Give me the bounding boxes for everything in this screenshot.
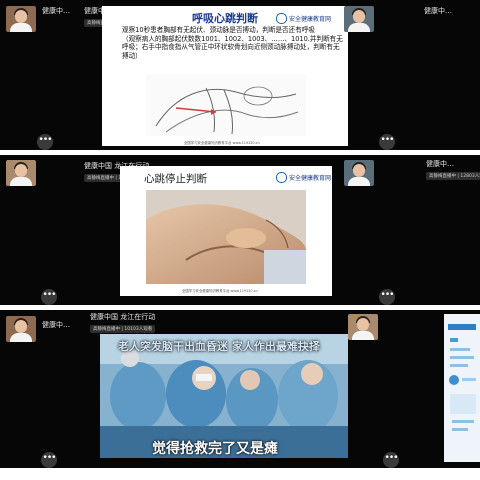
shared-slide: 呼吸心跳判断 安全健康教育网 观察10秒患者胸部有无起伏、颈动脉是否搏动，判断是… [102,6,348,146]
brand-logo-icon [276,13,287,24]
participant-row-1: 健康中… ••• 健康中国 龙江在行动 高静梅直播中 | 12803人观看 呼吸… [0,0,480,150]
slide-brand: 安全健康教育网 [276,13,331,24]
brand-logo-icon [276,172,287,183]
channel-title: 健康中… [42,7,70,15]
participant-avatar[interactable] [348,314,378,340]
channel-title: 健康中… [42,321,70,329]
viewer-count-badge: 高静梅直播中 | 12803人观看 [426,172,480,180]
participant-row-2: ••• 健康中国 龙江在行动 高静梅直播中 | 12803人观看 心跳停止判断 … [0,155,480,305]
viewer-count-badge: 高静梅直播中 | 10103人观看 [90,325,156,333]
news-video-clip[interactable]: 老人突发脑干出血昏迷 家人作出最难抉择 觉得抢救完了又是瘫 [100,334,348,458]
participant-avatar[interactable] [344,160,374,186]
pulse-check-photo [146,190,306,284]
participant-avatar[interactable] [6,160,36,186]
channel-title: 健康中… [426,160,454,168]
shared-slide: 心跳停止判断 安全健康教育网 全国学习安全健康知识教育平台 www.119120… [120,166,332,296]
more-options-button[interactable]: ••• [383,452,399,468]
slide-title: 呼吸心跳判断 [192,12,258,25]
slide-body-text: 观察10秒患者胸部有无起伏、颈动脉是否搏动，判断是否还有呼吸 （观察病人的胸部起… [122,26,343,60]
more-options-button[interactable]: ••• [379,289,395,305]
slide-footer: 全国学习安全健康知识教育平台 www.119120.cn [182,289,258,293]
more-options-button[interactable]: ••• [37,134,53,150]
channel-title: 健康中… [424,7,452,15]
more-options-button[interactable]: ••• [41,452,57,468]
participant-avatar[interactable] [6,6,36,32]
video-top-caption: 老人突发脑干出血昏迷 家人作出最难抉择 [118,340,320,353]
airway-illustration [146,74,306,136]
participant-row-3: 健康中… ••• 健康中国 龙江在行动 高静梅直播中 | 10103人观看 老人… [0,310,480,468]
video-subtitle: 觉得抢救完了又是瘫 [152,441,278,457]
slide-title: 心跳停止判断 [144,173,207,185]
participant-avatar[interactable] [6,316,36,342]
slide-brand: 安全健康教育网 [276,172,331,183]
flowchart-thumbnail [444,314,480,462]
video-grid: 健康中… ••• 健康中国 龙江在行动 高静梅直播中 | 12803人观看 呼吸… [0,0,480,480]
slide-footer: 全国学习安全健康知识教育平台 www.119120.cn [184,141,260,145]
participant-avatar[interactable] [344,6,374,32]
channel-title: 健康中国 龙江在行动 [90,313,156,321]
more-options-button[interactable]: ••• [41,289,57,305]
more-options-button[interactable]: ••• [379,134,395,150]
shared-screen-thumbnail[interactable] [444,314,480,462]
